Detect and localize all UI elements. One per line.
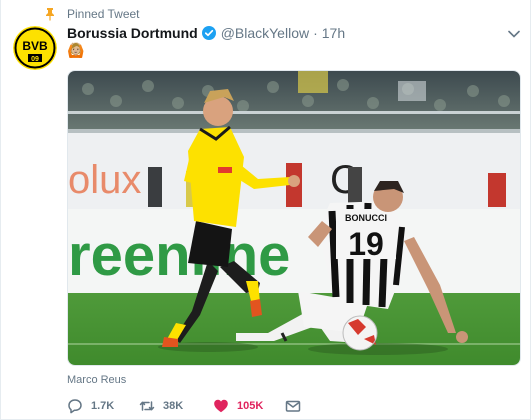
tweet-text: 🙆🏼 xyxy=(67,42,85,58)
ad-banner-text: reenline xyxy=(68,223,290,288)
separator-dot: · xyxy=(313,25,318,41)
pin-icon xyxy=(46,8,54,21)
like-count: 105K xyxy=(237,400,264,412)
like-button[interactable]: 105K xyxy=(213,398,263,414)
verified-badge-icon xyxy=(201,26,216,40)
avatar[interactable]: BVB 09 xyxy=(13,26,57,70)
direct-message-button[interactable] xyxy=(285,398,301,414)
account-handle[interactable]: @BlackYellow xyxy=(221,25,309,41)
tweet-actions: 1.7K 38K 105K xyxy=(67,398,507,416)
football xyxy=(342,315,378,351)
football-photo: olux C reenline BONUCCI 19 xyxy=(68,71,520,365)
ad-board-text-left: olux xyxy=(68,158,141,202)
reply-icon xyxy=(68,399,82,414)
photo-caption: Marco Reus xyxy=(67,374,127,386)
tweet-header: Borussia Dortmund @BlackYellow · 17h xyxy=(67,25,345,41)
heart-icon xyxy=(214,399,228,413)
player-back-number: 19 xyxy=(348,226,384,262)
chevron-down-icon[interactable] xyxy=(507,27,521,41)
pinned-label: Pinned Tweet xyxy=(67,7,140,21)
retweet-button[interactable]: 38K xyxy=(139,398,183,414)
pinned-tweet-indicator: Pinned Tweet xyxy=(43,7,140,21)
account-name[interactable]: Borussia Dortmund xyxy=(67,25,198,41)
retweet-count: 38K xyxy=(163,400,184,412)
tweet-timestamp[interactable]: 17h xyxy=(322,25,345,41)
tweet-photo[interactable]: olux C reenline BONUCCI 19 xyxy=(67,70,521,366)
envelope-icon xyxy=(285,400,301,412)
reply-count: 1.7K xyxy=(91,400,115,412)
avatar-year: 09 xyxy=(31,56,39,63)
reply-button[interactable]: 1.7K xyxy=(67,398,114,414)
avatar-text: BVB xyxy=(22,39,48,53)
player-back-name: BONUCCI xyxy=(345,213,387,223)
bvb-logo: BVB 09 xyxy=(13,26,57,70)
pinned-tweet[interactable]: Pinned Tweet BVB 09 Borussia Dortmund @B… xyxy=(0,0,531,420)
retweet-icon xyxy=(139,401,155,411)
